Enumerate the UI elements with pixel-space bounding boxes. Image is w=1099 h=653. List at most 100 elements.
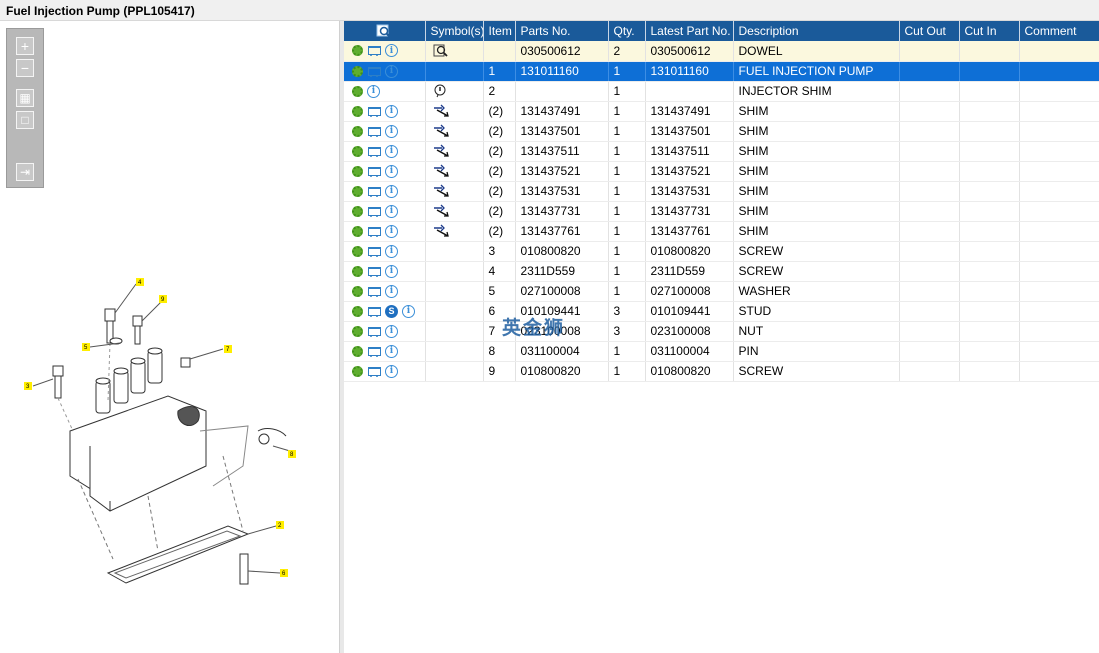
info-icon[interactable]: i: [385, 324, 398, 338]
info-icon[interactable]: i: [385, 284, 398, 298]
gear-icon[interactable]: [352, 325, 363, 337]
row-actions-cell: Si: [344, 301, 426, 322]
table-row[interactable]: i (2) 131437521 1 131437521 SHIM: [344, 161, 1099, 182]
info-icon[interactable]: i: [385, 264, 398, 278]
cart-icon[interactable]: [367, 366, 381, 377]
cart-icon[interactable]: [367, 266, 381, 277]
info-icon[interactable]: i: [385, 204, 398, 218]
info-icon[interactable]: i: [385, 344, 398, 358]
table-row[interactable]: i (2) 131437761 1 131437761 SHIM: [344, 221, 1099, 242]
gear-icon[interactable]: [352, 45, 363, 57]
table-row[interactable]: i 3 010800820 1 010800820 SCREW: [344, 241, 1099, 262]
column-header-parts-no[interactable]: Parts No.: [515, 21, 609, 41]
cart-icon[interactable]: [367, 346, 381, 357]
cart-icon[interactable]: [367, 66, 381, 77]
table-row[interactable]: i (2) 131437511 1 131437511 SHIM: [344, 141, 1099, 162]
gear-icon[interactable]: [352, 205, 363, 217]
gear-icon[interactable]: [352, 185, 363, 197]
column-header-qty[interactable]: Qty.: [608, 21, 646, 41]
info-icon[interactable]: i: [385, 64, 398, 78]
zoom-out-button[interactable]: −: [16, 59, 34, 77]
table-row[interactable]: Si 6 010109441 3 010109441 STUD: [344, 301, 1099, 322]
column-header-cut-in[interactable]: Cut In: [959, 21, 1020, 41]
column-header-symbol-s[interactable]: Symbol(s): [425, 21, 484, 41]
alternate-part-icon: [433, 204, 449, 217]
info-icon[interactable]: i: [385, 364, 398, 378]
gear-icon[interactable]: [352, 225, 363, 237]
table-row[interactable]: i 4 2311D559 1 2311D559 SCREW: [344, 261, 1099, 282]
export-button[interactable]: ⇥: [16, 163, 34, 181]
table-row[interactable]: i 030500612 2 030500612 DOWEL: [344, 41, 1099, 62]
info-icon[interactable]: i: [402, 304, 415, 318]
item-cell: (2): [483, 221, 516, 242]
column-header-comment[interactable]: Comment: [1019, 21, 1099, 41]
info-icon[interactable]: i: [385, 44, 398, 58]
table-row[interactable]: i (2) 131437491 1 131437491 SHIM: [344, 101, 1099, 122]
gear-icon[interactable]: [352, 105, 363, 117]
info-icon[interactable]: i: [385, 244, 398, 258]
gear-icon[interactable]: [352, 305, 363, 317]
latest-part-no-cell: 131437521: [645, 161, 734, 182]
table-row[interactable]: i (2) 131437731 1 131437731 SHIM: [344, 201, 1099, 222]
table-row[interactable]: i 2 1 INJECTOR SHIM: [344, 81, 1099, 102]
cart-icon[interactable]: [367, 186, 381, 197]
gear-icon[interactable]: [352, 85, 363, 97]
table-row[interactable]: i (2) 131437531 1 131437531 SHIM: [344, 181, 1099, 202]
column-header-description[interactable]: Description: [733, 21, 900, 41]
cart-icon[interactable]: [367, 306, 381, 317]
supersession-icon[interactable]: S: [385, 304, 398, 318]
info-icon[interactable]: i: [385, 144, 398, 158]
table-row[interactable]: i 5 027100008 1 027100008 WASHER: [344, 281, 1099, 302]
table-row[interactable]: i 7 023100008 3 023100008 NUT: [344, 321, 1099, 342]
column-header-item[interactable]: Item: [483, 21, 516, 41]
description-cell: SHIM: [733, 181, 900, 202]
info-icon[interactable]: i: [385, 124, 398, 138]
gear-icon[interactable]: [352, 245, 363, 257]
gear-icon[interactable]: [352, 65, 363, 77]
column-header-cut-out[interactable]: Cut Out: [899, 21, 960, 41]
cart-icon[interactable]: [367, 106, 381, 117]
cart-icon[interactable]: [367, 226, 381, 237]
cart-icon[interactable]: [367, 166, 381, 177]
gear-icon[interactable]: [352, 265, 363, 277]
gear-icon[interactable]: [352, 365, 363, 377]
info-icon[interactable]: i: [385, 164, 398, 178]
alternate-part-icon: [433, 124, 449, 137]
gear-icon[interactable]: [352, 145, 363, 157]
comment-cell: [1019, 41, 1099, 62]
info-icon[interactable]: i: [385, 224, 398, 238]
table-row[interactable]: i (2) 131437501 1 131437501 SHIM: [344, 121, 1099, 142]
cart-icon[interactable]: [367, 146, 381, 157]
fit-all-button[interactable]: ▦: [16, 89, 34, 107]
fit-page-button[interactable]: □: [16, 111, 34, 129]
info-icon[interactable]: i: [385, 184, 398, 198]
gear-icon[interactable]: [352, 285, 363, 297]
cart-icon[interactable]: [367, 206, 381, 217]
cut-out-cell: [899, 261, 960, 282]
qty-cell: 1: [608, 181, 646, 202]
cart-icon[interactable]: [367, 126, 381, 137]
exploded-parts-drawing[interactable]: 4 9 5 7 3 8 2 6: [18, 251, 308, 596]
cart-icon[interactable]: [367, 246, 381, 257]
gear-icon[interactable]: [352, 345, 363, 357]
illustration-pane[interactable]: + − ▦ □ ⇥ 4 9 5 7 3 8 2 6: [0, 21, 340, 653]
table-row[interactable]: i 1 131011160 1 131011160 FUEL INJECTION PUMP: [344, 61, 1099, 82]
qty-cell: 1: [608, 201, 646, 222]
column-header-preview[interactable]: [344, 21, 426, 41]
info-icon[interactable]: i: [385, 104, 398, 118]
row-actions-cell: i: [344, 261, 426, 282]
latest-part-no-cell: 131437501: [645, 121, 734, 142]
cart-icon[interactable]: [367, 45, 381, 57]
cart-icon[interactable]: [367, 326, 381, 337]
zoom-in-button[interactable]: +: [16, 37, 34, 55]
latest-part-no-cell: 131437761: [645, 221, 734, 242]
column-header-latest-part-no[interactable]: Latest Part No.: [645, 21, 734, 41]
info-icon[interactable]: i: [367, 84, 380, 98]
symbol-cell: [425, 41, 484, 62]
table-row[interactable]: i 8 031100004 1 031100004 PIN: [344, 341, 1099, 362]
gear-icon[interactable]: [352, 165, 363, 177]
gear-icon[interactable]: [352, 125, 363, 137]
cart-icon[interactable]: [367, 286, 381, 297]
symbol-cell: [425, 321, 484, 342]
table-row[interactable]: i 9 010800820 1 010800820 SCREW: [344, 361, 1099, 382]
